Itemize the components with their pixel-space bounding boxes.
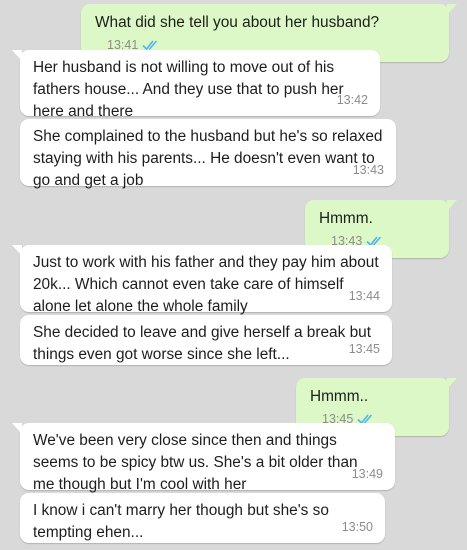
bubble-tail [447,200,457,211]
message-bubble-incoming[interactable]: We've been very close since then and thi… [12,423,395,493]
message-time: 13:42 [336,93,368,107]
message-meta: 13:42 [337,89,368,111]
message-text: Her husband is not willing to move out o… [33,59,344,120]
message-bubble-incoming[interactable]: She complained to the husband but he's s… [20,119,396,189]
message-meta: 13:44 [349,285,380,307]
message-bubble-incoming[interactable]: Just to work with his father and they pa… [12,245,392,315]
bubble-tail [447,378,457,389]
message-meta: 13:49 [352,463,383,485]
bubble-tail [12,50,22,61]
bubble-tail [447,4,457,15]
message-meta: 13:50 [342,516,373,538]
message-time: 13:45 [348,342,380,356]
message-text: We've been very close since then and thi… [33,432,358,493]
message-bubble-incoming[interactable]: She decided to leave and give herself a … [20,315,392,365]
message-text: Hmmm.. [310,388,369,405]
message-time: 13:43 [352,163,384,177]
message-text: I know i can't marry her though but she'… [33,502,329,541]
bubble-tail [12,423,22,434]
message-meta: 13:45 [349,338,380,360]
message-text: What did she tell you about her husband? [95,14,380,31]
message-text: Hmmm. [319,210,373,227]
message-bubble-incoming[interactable]: I know i can't marry her though but she'… [20,493,385,543]
bubble-tail [12,245,22,256]
message-time: 13:50 [341,520,373,534]
message-text: She complained to the husband but he's s… [33,128,383,189]
message-meta: 13:43 [353,159,384,181]
message-bubble-incoming[interactable]: Her husband is not willing to move out o… [12,50,380,120]
message-text: She decided to leave and give herself a … [33,324,371,363]
message-text: Just to work with his father and they pa… [33,254,379,315]
message-time: 13:44 [348,289,380,303]
message-time: 13:49 [351,467,383,481]
